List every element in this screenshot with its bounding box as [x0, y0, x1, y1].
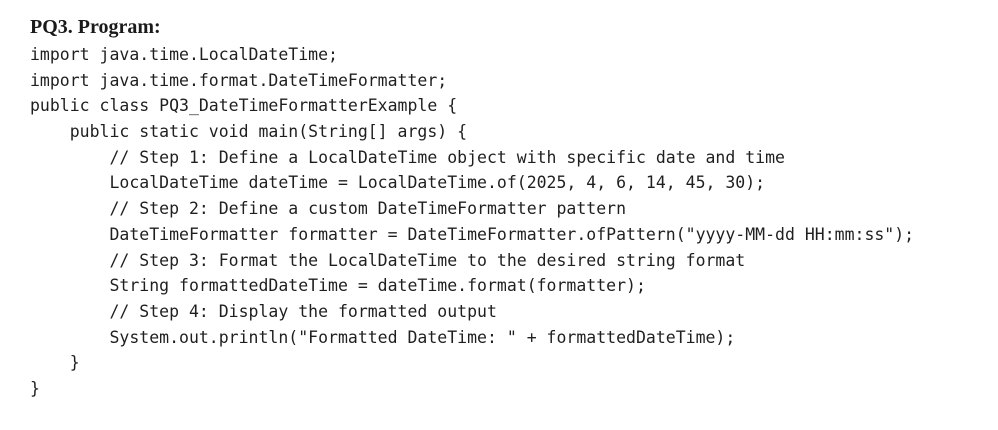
code-line-class-close-brace: }	[30, 378, 40, 398]
code-line-main-close-brace: }	[30, 353, 80, 373]
code-line-comment-step4: // Step 4: Display the formatted output	[30, 301, 497, 321]
code-line-formatter-assignment: DateTimeFormatter formatter = DateTimeFo…	[30, 224, 915, 244]
program-heading: PQ3. Program:	[30, 16, 161, 38]
code-line-import-formatter: import java.time.format.DateTimeFormatte…	[30, 70, 448, 90]
code-line-main-method: public static void main(String[] args) {	[30, 122, 468, 142]
code-line-class-declaration: public class PQ3_DateTimeFormatterExampl…	[30, 96, 458, 116]
code-line-import-localdatetime: import java.time.LocalDateTime;	[30, 45, 338, 64]
code-line-comment-step3: // Step 3: Format the LocalDateTime to t…	[30, 250, 746, 270]
code-line-format-call: String formattedDateTime = dateTime.form…	[30, 276, 646, 296]
code-line-println: System.out.println("Formatted DateTime: …	[30, 327, 736, 347]
code-block: import java.time.LocalDateTime; import j…	[30, 42, 914, 402]
code-line-comment-step1: // Step 1: Define a LocalDateTime object…	[30, 147, 785, 167]
code-line-comment-step2: // Step 2: Define a custom DateTimeForma…	[30, 199, 627, 219]
code-line-datetime-assignment: LocalDateTime dateTime = LocalDateTime.o…	[30, 173, 766, 193]
document-page: PQ3. Program: import java.time.LocalDate…	[0, 0, 998, 430]
